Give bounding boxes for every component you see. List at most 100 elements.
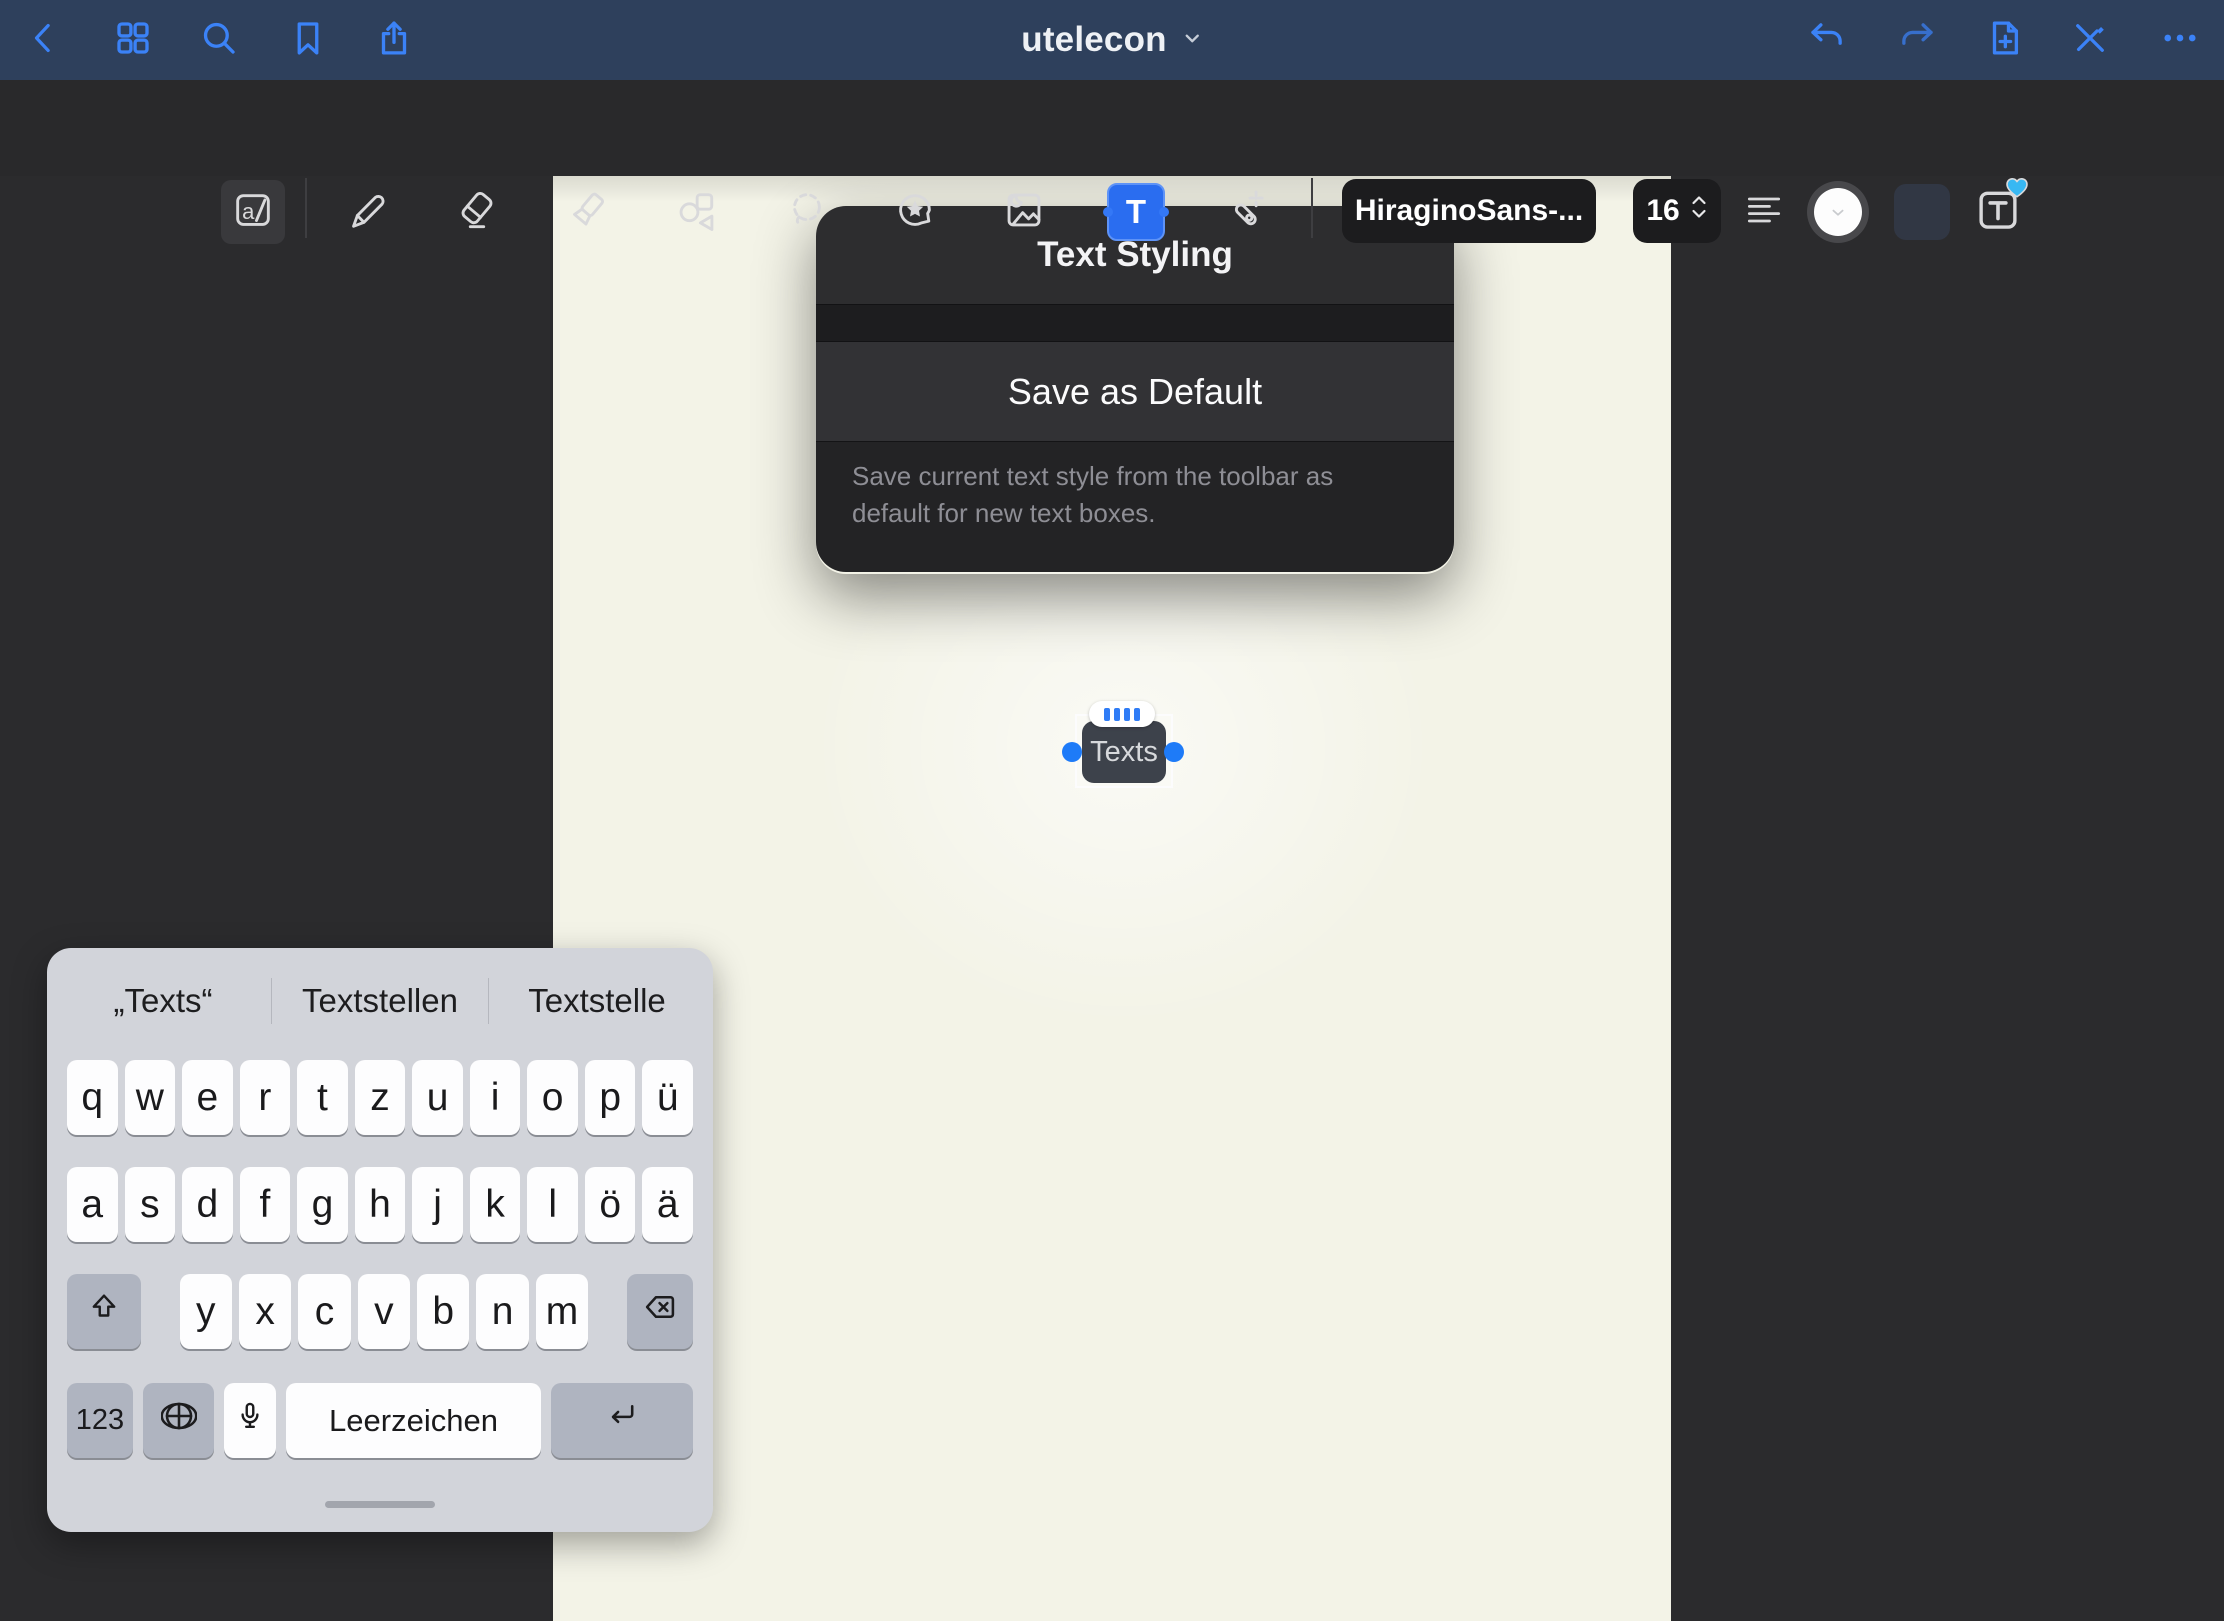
key[interactable]: v — [358, 1274, 410, 1349]
key[interactable]: q — [67, 1060, 118, 1135]
scroll-direction-button[interactable]: a — [221, 180, 285, 244]
pointer-tool-button[interactable] — [1213, 180, 1277, 244]
globe-icon — [161, 1398, 197, 1444]
key[interactable]: m — [536, 1274, 588, 1349]
numbers-key[interactable]: 123 — [67, 1383, 133, 1458]
add-page-button[interactable] — [1979, 14, 2031, 66]
text-color-button[interactable] — [1806, 180, 1870, 244]
image-tool-button[interactable] — [992, 180, 1056, 244]
key-row-3: y x c v b n m — [67, 1274, 693, 1349]
document-title-menu[interactable]: utelecon — [1021, 0, 1203, 80]
undo-button[interactable] — [1801, 14, 1853, 66]
canvas-right-background — [1671, 176, 2224, 1621]
page-title: utelecon — [1021, 20, 1167, 60]
more-options-button[interactable] — [2154, 14, 2206, 66]
shift-icon — [87, 1290, 121, 1334]
key[interactable]: h — [355, 1167, 406, 1242]
heart-badge-icon — [2004, 175, 2030, 204]
key[interactable]: ä — [642, 1167, 693, 1242]
chevron-down-icon — [1181, 27, 1203, 54]
suggestion-item[interactable]: Textstellen — [272, 982, 488, 1020]
key[interactable]: z — [355, 1060, 406, 1135]
undo-icon — [1806, 17, 1848, 64]
key[interactable]: a — [67, 1167, 118, 1242]
suggestion-item[interactable]: Textstelle — [489, 982, 705, 1020]
backspace-icon — [642, 1289, 678, 1335]
key[interactable]: w — [125, 1060, 176, 1135]
font-family-button[interactable]: HiraginoSans-... — [1342, 179, 1596, 243]
text-box[interactable]: Texts — [1082, 721, 1166, 783]
text-style-favorite-button[interactable] — [1964, 179, 2032, 243]
key[interactable]: f — [240, 1167, 291, 1242]
key[interactable]: j — [412, 1167, 463, 1242]
page-aside-icon: a — [230, 187, 276, 238]
laser-pointer-icon — [1222, 187, 1268, 238]
key[interactable]: g — [297, 1167, 348, 1242]
key[interactable]: p — [585, 1060, 636, 1135]
key-row-3-letters: y x c v b n m — [180, 1274, 589, 1349]
app-screen: utelecon a — [0, 0, 2224, 1621]
share-button[interactable] — [368, 14, 420, 66]
text-tool-button[interactable]: T — [1107, 183, 1165, 241]
shapes-tool-button[interactable] — [664, 180, 728, 244]
key[interactable]: x — [239, 1274, 291, 1349]
drag-bar — [1104, 708, 1110, 721]
globe-key[interactable] — [143, 1383, 214, 1458]
add-page-icon — [1984, 17, 2026, 64]
key[interactable]: u — [412, 1060, 463, 1135]
resize-handle-right[interactable] — [1164, 742, 1184, 762]
grid-icon — [112, 17, 154, 64]
redo-icon — [1896, 17, 1938, 64]
key[interactable]: r — [240, 1060, 291, 1135]
key[interactable]: s — [125, 1167, 176, 1242]
return-key[interactable] — [551, 1383, 693, 1458]
key[interactable]: l — [527, 1167, 578, 1242]
drag-bar — [1124, 708, 1130, 721]
key[interactable]: ü — [642, 1060, 693, 1135]
lasso-tool-button[interactable] — [774, 180, 838, 244]
key[interactable]: y — [180, 1274, 232, 1349]
toolbar-divider — [305, 178, 307, 238]
pen-tool-button[interactable] — [334, 180, 398, 244]
pen-mode-toggle-button[interactable] — [2064, 14, 2116, 66]
search-icon — [198, 17, 240, 64]
tool-bar: a T HiraginoSans-... — [0, 80, 2224, 176]
elements-tool-button[interactable] — [883, 180, 947, 244]
popover-description: Save current text style from the toolbar… — [816, 441, 1454, 572]
style-slot-highlight — [1894, 184, 1950, 240]
save-as-default-button[interactable]: Save as Default — [816, 342, 1454, 441]
font-size-value: 16 — [1646, 194, 1679, 228]
shift-key[interactable] — [67, 1274, 141, 1349]
search-button[interactable] — [193, 14, 245, 66]
key[interactable]: o — [527, 1060, 578, 1135]
suggestion-item[interactable]: „Texts“ — [55, 982, 271, 1020]
highlighter-tool-button[interactable] — [556, 180, 620, 244]
key[interactable]: b — [417, 1274, 469, 1349]
key[interactable]: ö — [585, 1167, 636, 1242]
eraser-tool-button[interactable] — [445, 180, 509, 244]
dictation-key[interactable] — [224, 1383, 276, 1458]
space-key[interactable]: Leerzeichen — [286, 1383, 541, 1458]
lasso-icon — [783, 187, 829, 238]
key-row-2: a s d f g h j k l ö ä — [67, 1167, 693, 1242]
keyboard-drag-handle[interactable] — [325, 1501, 435, 1508]
key[interactable]: k — [470, 1167, 521, 1242]
redo-button[interactable] — [1891, 14, 1943, 66]
resize-handle-left[interactable] — [1062, 742, 1082, 762]
font-size-stepper[interactable]: 16 — [1633, 179, 1721, 243]
key[interactable]: t — [297, 1060, 348, 1135]
back-button[interactable] — [18, 14, 70, 66]
thumbnails-button[interactable] — [107, 14, 159, 66]
textbox-drag-handle[interactable] — [1089, 701, 1155, 727]
key[interactable]: i — [470, 1060, 521, 1135]
key[interactable]: c — [298, 1274, 350, 1349]
text-align-button[interactable] — [1736, 184, 1792, 240]
key[interactable]: n — [476, 1274, 528, 1349]
bookmark-icon — [287, 17, 329, 64]
popover-section-gap — [816, 304, 1454, 342]
backspace-key[interactable] — [627, 1274, 693, 1349]
back-icon — [24, 18, 64, 63]
bookmark-button[interactable] — [282, 14, 334, 66]
key[interactable]: e — [182, 1060, 233, 1135]
key[interactable]: d — [182, 1167, 233, 1242]
